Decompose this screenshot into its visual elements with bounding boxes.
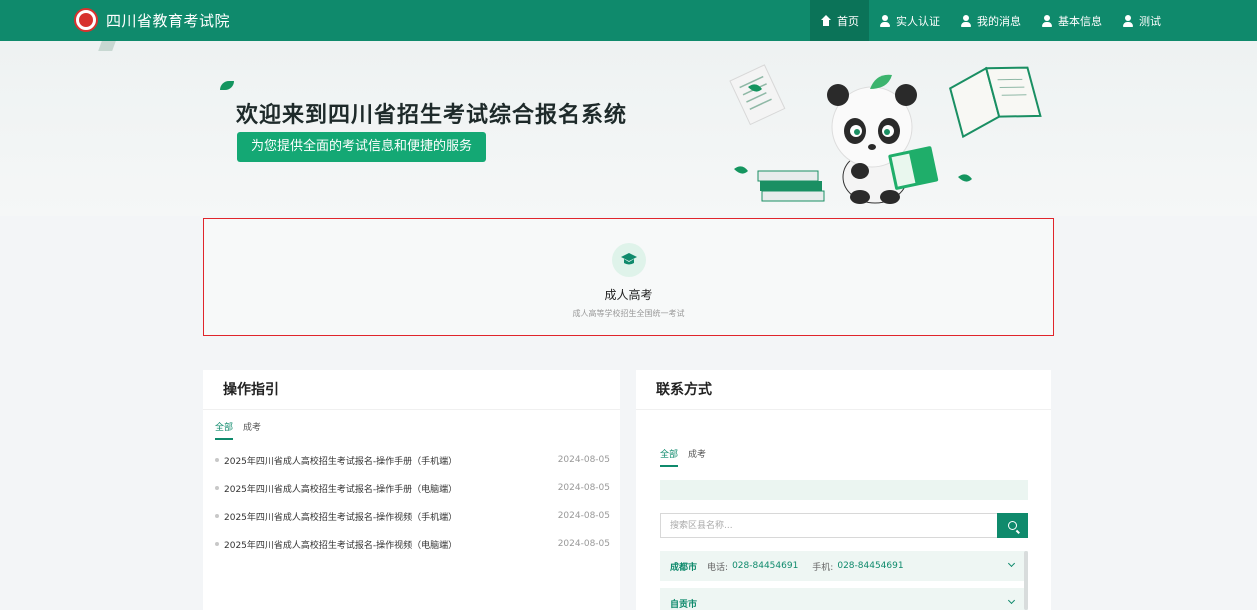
search-icon — [1008, 521, 1017, 530]
nav-item-test[interactable]: 测试 — [1112, 0, 1171, 41]
chevron-down-icon[interactable] — [1007, 596, 1016, 605]
bullet-icon — [215, 486, 219, 490]
notice-bar — [660, 480, 1028, 500]
hero-subtitle: 为您提供全面的考试信息和便捷的服务 — [237, 132, 487, 162]
graduation-cap-icon — [611, 243, 646, 277]
phone-label: 电话: — [707, 562, 729, 573]
list-item[interactable]: 2025年四川省成人高校招生考试报名-操作视频（手机端） 2024-08-05 — [215, 502, 610, 530]
hero-decoration — [98, 41, 116, 51]
user-icon — [1041, 14, 1053, 27]
city-name: 成都市 — [670, 562, 698, 573]
exam-description: 成人高等学校招生全国统一考试 — [572, 309, 685, 318]
brand-logo-icon — [74, 8, 98, 32]
nav-item-home[interactable]: 首页 — [810, 0, 869, 41]
scrollbar[interactable] — [1024, 551, 1028, 610]
contact-tabs: 全部 成考 — [660, 447, 706, 467]
city-item-zigong[interactable]: 自贡市 — [660, 588, 1028, 610]
list-item[interactable]: 2025年四川省成人高校招生考试报名-操作视频（电脑端） 2024-08-05 — [215, 530, 610, 558]
search-button[interactable] — [997, 513, 1028, 538]
mobile-label: 手机: — [812, 562, 834, 573]
bullet-icon — [215, 542, 219, 546]
nav-item-messages[interactable]: 我的消息 — [950, 0, 1031, 41]
phone-value: 028-84454691 — [732, 561, 799, 571]
guide-item-title: 2025年四川省成人高校招生考试报名-操作手册（手机端） — [224, 456, 458, 467]
home-icon — [820, 14, 832, 27]
chevron-down-icon[interactable] — [1007, 559, 1016, 568]
nav-item-label: 我的消息 — [977, 14, 1021, 28]
guide-item-date: 2024-08-05 — [557, 483, 610, 493]
user-icon — [960, 14, 972, 27]
city-name: 自贡市 — [670, 599, 698, 610]
city-item-chengdu[interactable]: 成都市 电话: 028-84454691 手机: 028-84454691 — [660, 551, 1028, 581]
contact-panel: 联系方式 全部 成考 成都市 电话: 028-84454691 手机: 028-… — [636, 370, 1051, 610]
guide-item-title: 2025年四川省成人高校招生考试报名-操作视频（电脑端） — [224, 540, 458, 551]
bullet-icon — [215, 514, 219, 518]
guide-item-title: 2025年四川省成人高校招生考试报名-操作手册（电脑端） — [224, 484, 458, 495]
hero-title: 欢迎来到四川省招生考试综合报名系统 — [236, 103, 628, 128]
brand-name: 四川省教育考试院 — [106, 11, 231, 30]
search-input[interactable] — [660, 513, 997, 538]
guide-item-date: 2024-08-05 — [557, 539, 610, 549]
guide-item-date: 2024-08-05 — [557, 511, 610, 521]
mobile-value: 028-84454691 — [837, 561, 904, 571]
tab-adult-exam[interactable]: 成考 — [243, 420, 261, 440]
guide-item-date: 2024-08-05 — [557, 455, 610, 465]
city-list: 成都市 电话: 028-84454691 手机: 028-84454691 自贡… — [660, 551, 1028, 610]
main-nav: 首页 实人认证 我的消息 基本信息 测试 — [810, 0, 1171, 41]
guide-tabs: 全部 成考 — [215, 420, 261, 440]
panda-illustration — [729, 64, 1042, 204]
brand[interactable]: 四川省教育考试院 — [74, 8, 230, 32]
top-navbar: 四川省教育考试院 首页 实人认证 我的消息 基本信息 测试 — [0, 0, 1257, 41]
user-icon — [1122, 14, 1134, 27]
nav-item-label: 实人认证 — [896, 14, 940, 28]
panel-title: 联系方式 — [636, 370, 1051, 410]
tab-all[interactable]: 全部 — [215, 420, 234, 440]
tab-all[interactable]: 全部 — [660, 447, 679, 467]
nav-item-label: 测试 — [1139, 14, 1161, 28]
user-icon — [879, 14, 891, 27]
nav-item-label: 基本信息 — [1058, 14, 1102, 28]
leaf-icon — [220, 81, 234, 90]
hero-banner: 欢迎来到四川省招生考试综合报名系统 为您提供全面的考试信息和便捷的服务 — [0, 41, 1257, 216]
list-item[interactable]: 2025年四川省成人高校招生考试报名-操作手册（手机端） 2024-08-05 — [215, 446, 610, 474]
panel-title: 操作指引 — [203, 370, 620, 410]
nav-item-basic-info[interactable]: 基本信息 — [1031, 0, 1112, 41]
exam-card-adult-college-entrance[interactable]: 成人高考 成人高等学校招生全国统一考试 — [203, 218, 1054, 336]
tab-adult-exam[interactable]: 成考 — [688, 447, 706, 467]
exam-title: 成人高考 — [604, 288, 653, 302]
list-item[interactable]: 2025年四川省成人高校招生考试报名-操作手册（电脑端） 2024-08-05 — [215, 474, 610, 502]
guide-item-title: 2025年四川省成人高校招生考试报名-操作视频（手机端） — [224, 512, 458, 523]
operation-guide-panel: 操作指引 全部 成考 2025年四川省成人高校招生考试报名-操作手册（手机端） … — [203, 370, 620, 610]
district-search — [660, 513, 1028, 538]
bullet-icon — [215, 458, 219, 462]
guide-list: 2025年四川省成人高校招生考试报名-操作手册（手机端） 2024-08-05 … — [215, 446, 610, 558]
nav-item-real-name-auth[interactable]: 实人认证 — [869, 0, 950, 41]
nav-item-label: 首页 — [837, 14, 859, 28]
